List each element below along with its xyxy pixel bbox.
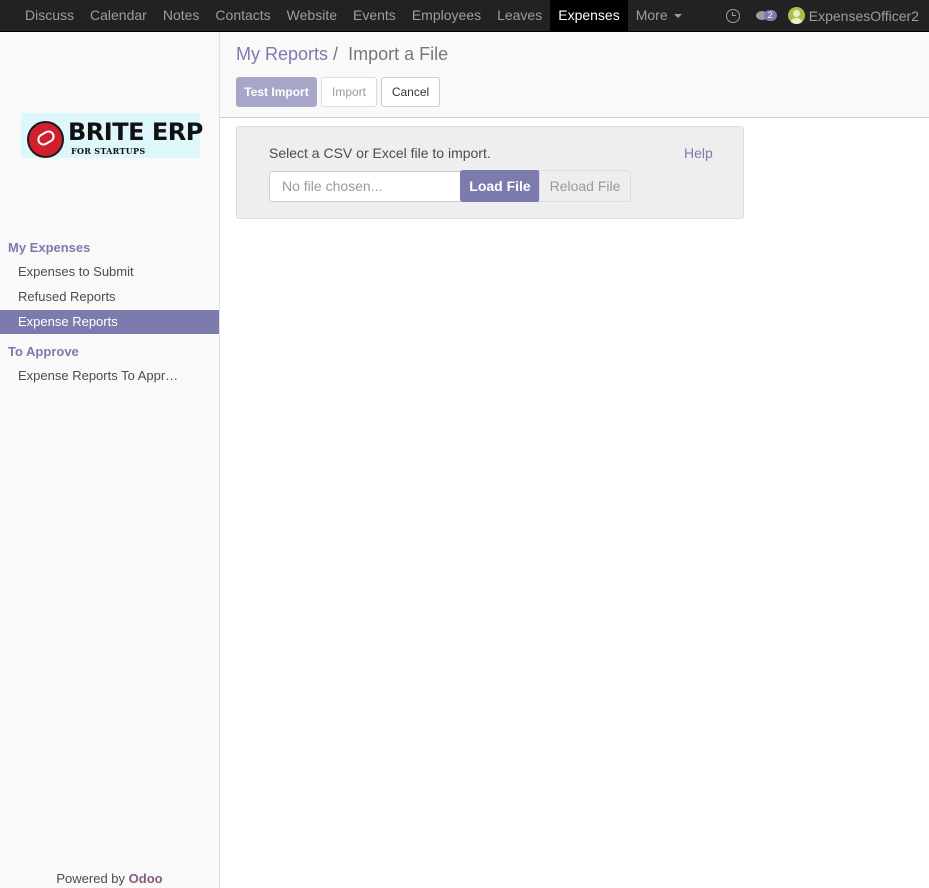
app-menu: Discuss Calendar Notes Contacts Website … [17, 0, 690, 31]
app-website[interactable]: Website [279, 0, 345, 31]
app-employees[interactable]: Employees [404, 0, 489, 31]
section-my-expenses: My Expenses [8, 240, 91, 255]
app-discuss[interactable]: Discuss [17, 0, 82, 31]
sidebar: BRITE ERP FOR STARTUPS My Expenses Expen… [0, 32, 220, 888]
load-file-button[interactable]: Load File [460, 170, 540, 202]
user-name: ExpensesOfficer2 [808, 7, 919, 24]
breadcrumb-current: Import a File [348, 44, 449, 64]
company-logo[interactable]: BRITE ERP FOR STARTUPS [21, 113, 203, 158]
powered-by: Powered by Odoo [0, 871, 219, 886]
breadcrumb-separator: / [333, 44, 339, 64]
breadcrumb: My Reports / Import a File [236, 44, 448, 65]
user-avatar-icon [787, 7, 805, 24]
import-file-panel: Select a CSV or Excel file to import. He… [236, 126, 744, 219]
sidebar-item-expense-reports[interactable]: Expense Reports [0, 310, 219, 334]
section-to-approve: To Approve [8, 344, 79, 359]
sidebar-item-refused-reports[interactable]: Refused Reports [0, 285, 219, 309]
clock-icon[interactable] [725, 8, 740, 23]
import-button[interactable]: Import [321, 77, 377, 107]
message-count-badge: 2 [763, 9, 777, 21]
control-panel: My Reports / Import a File Test Import I… [220, 32, 929, 118]
caret-down-icon [673, 14, 682, 19]
app-notes[interactable]: Notes [155, 0, 208, 31]
logo-emblem-icon [27, 121, 64, 158]
app-expenses[interactable]: Expenses [550, 0, 628, 31]
cancel-button[interactable]: Cancel [381, 77, 440, 107]
help-link[interactable]: Help [684, 145, 713, 161]
app-contacts[interactable]: Contacts [207, 0, 278, 31]
odoo-link[interactable]: Odoo [129, 871, 163, 886]
user-menu[interactable]: ExpensesOfficer2 [787, 7, 929, 24]
sidebar-item-expenses-to-submit[interactable]: Expenses to Submit [0, 260, 219, 284]
chat-bubble-icon[interactable]: 2 [755, 9, 778, 23]
navbar-systray: 2 ExpensesOfficer2 [725, 0, 929, 31]
app-more-label: More [635, 7, 668, 23]
top-navbar: Discuss Calendar Notes Contacts Website … [0, 0, 929, 32]
app-more-dropdown[interactable]: More [628, 0, 690, 31]
app-calendar[interactable]: Calendar [82, 0, 155, 31]
powered-by-label: Powered by [56, 871, 126, 886]
logo-tagline: FOR STARTUPS [71, 146, 146, 156]
reload-file-button[interactable]: Reload File [539, 170, 631, 202]
import-instructions: Select a CSV or Excel file to import. [269, 145, 491, 161]
file-name-field[interactable]: No file chosen... [269, 171, 461, 202]
sidebar-item-expense-reports-to-approve[interactable]: Expense Reports To Appr… [0, 364, 219, 388]
test-import-button[interactable]: Test Import [236, 77, 317, 107]
logo-brand: BRITE ERP [68, 118, 203, 146]
breadcrumb-my-reports[interactable]: My Reports [236, 44, 328, 64]
app-leaves[interactable]: Leaves [489, 0, 550, 31]
app-events[interactable]: Events [345, 0, 404, 31]
